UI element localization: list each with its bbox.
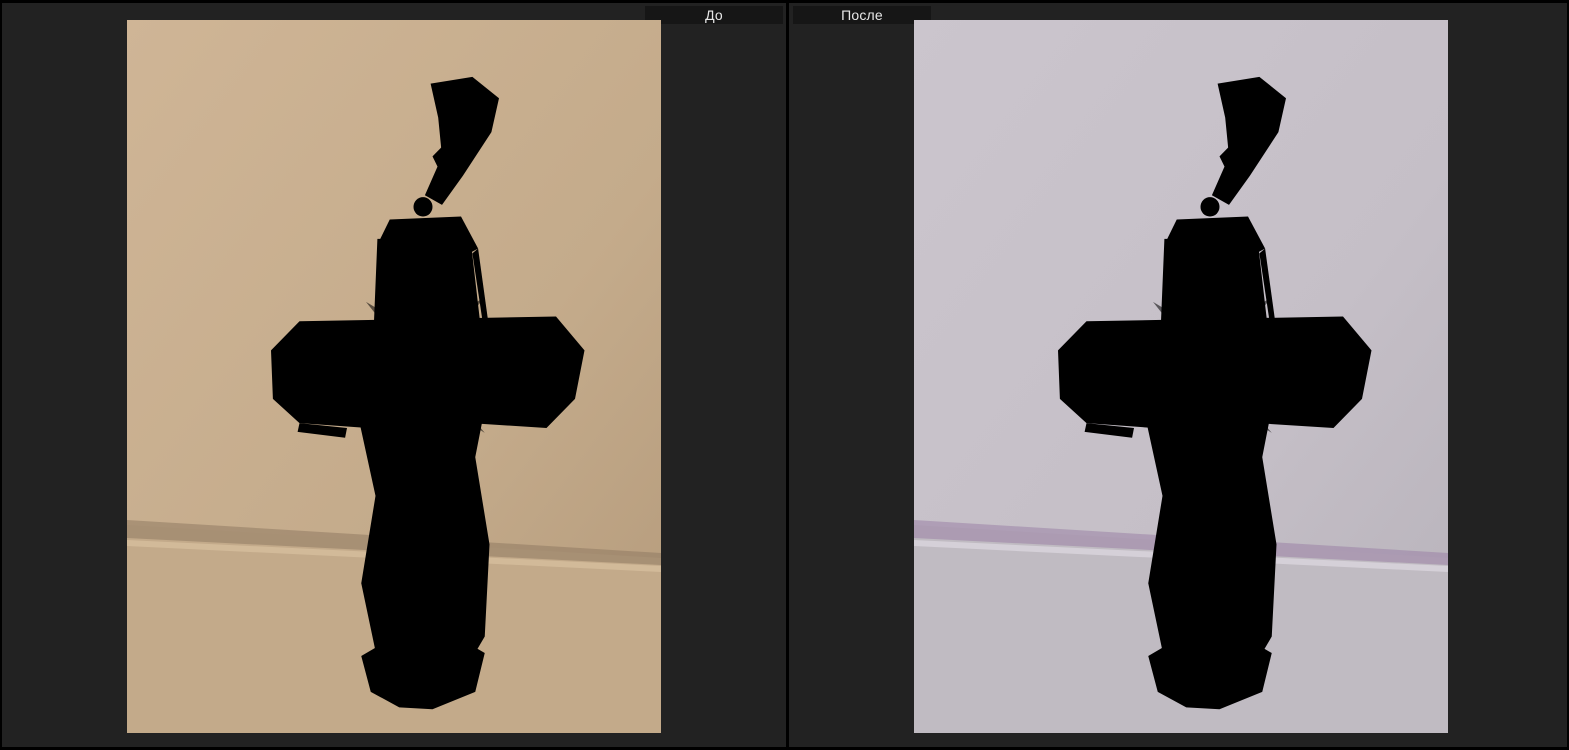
before-photo: .before-set .m-mid { fill: #8e8663; } .b… (127, 20, 661, 733)
before-label: До (645, 6, 783, 24)
after-label: После (793, 6, 931, 24)
before-after-viewer: До .before-set .m-mid { fill: #8e8663; }… (0, 0, 1569, 750)
cross-pendant-photo-icon: .before-set .m-mid { fill: #8e8663; } .b… (127, 20, 661, 733)
after-pane: После .after-set .m-mid { fill: #8e8b84;… (789, 3, 1567, 747)
after-photo: .after-set .m-mid { fill: #8e8b84; } .af… (914, 20, 1448, 733)
before-pane: До .before-set .m-mid { fill: #8e8663; }… (2, 3, 786, 747)
cross-pendant-photo-icon: .after-set .m-mid { fill: #8e8b84; } .af… (914, 20, 1448, 733)
